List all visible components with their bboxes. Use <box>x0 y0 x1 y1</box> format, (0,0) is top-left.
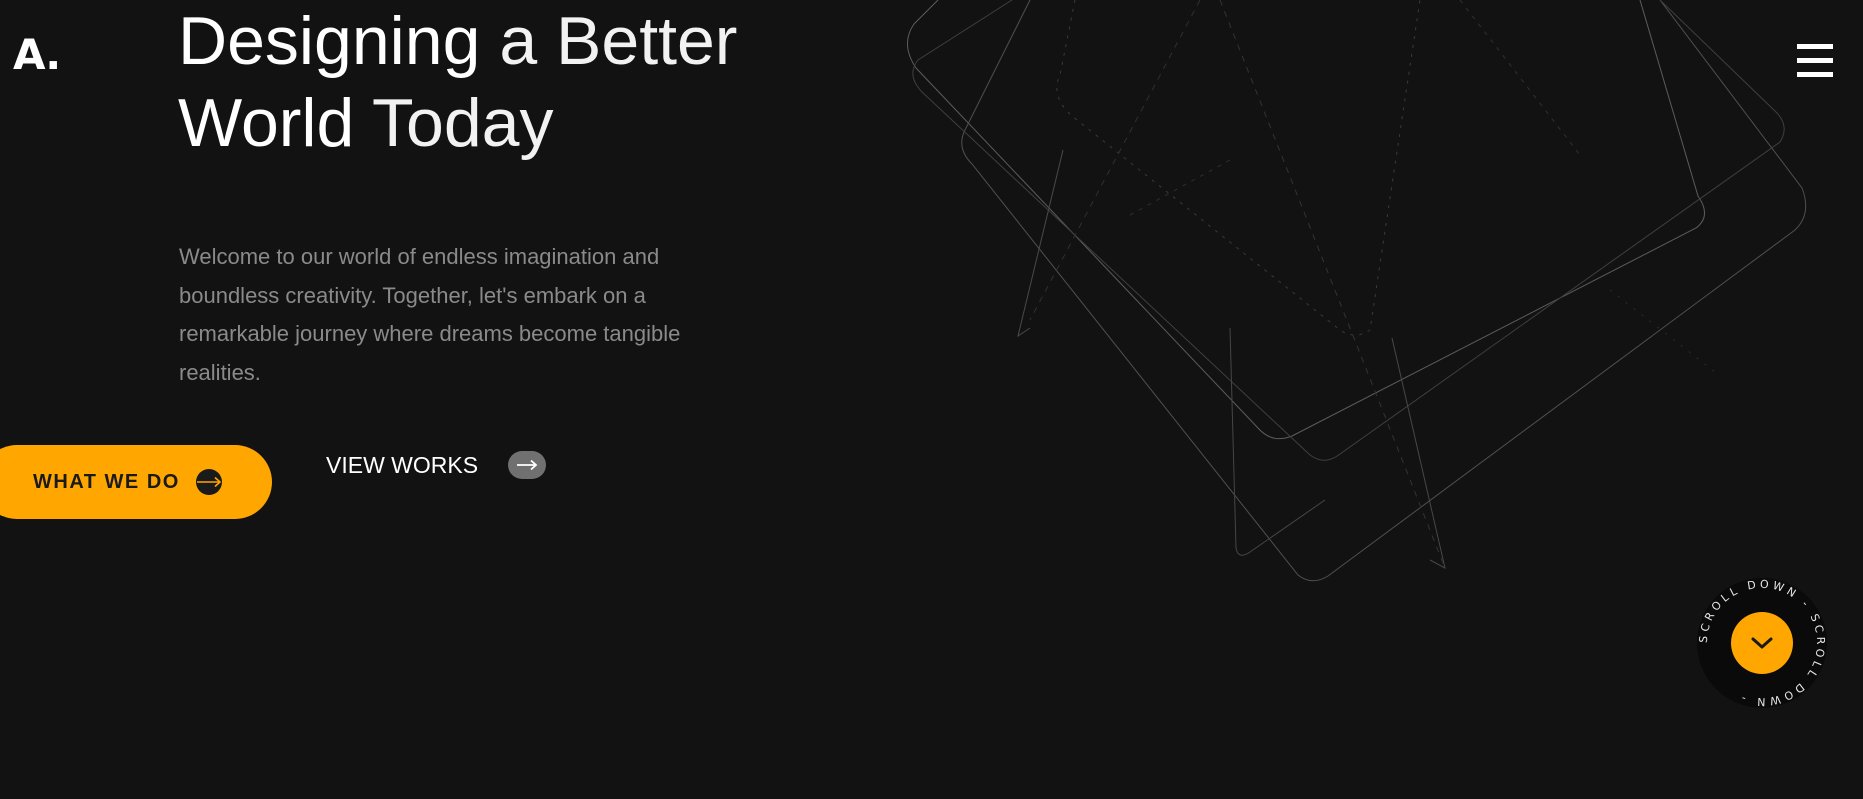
hero-title-today: Today <box>354 85 554 161</box>
view-works-label: VIEW WORKS <box>326 451 479 478</box>
hero-title-word-designing: Designing <box>178 3 481 79</box>
hero-title-word-world: World <box>178 85 355 161</box>
what-we-do-label: WHAT WE DO <box>33 470 180 493</box>
arrow-right-icon <box>195 469 222 495</box>
brand-logo[interactable]: A. <box>13 34 61 76</box>
chevron-down-icon <box>1751 637 1773 649</box>
hero-title: Designing a Better World Today <box>178 0 737 164</box>
scroll-down-button[interactable]: SCROLL DOWN - SCROLL DOWN - <box>1697 578 1827 708</box>
hero-description: Welcome to our world of endless imaginat… <box>179 244 681 385</box>
hero-title-a-better: a Better <box>480 3 738 79</box>
view-works-button[interactable]: VIEW WORKS <box>326 451 547 479</box>
scroll-down-center[interactable] <box>1731 612 1793 674</box>
decorative-outline-shapes <box>907 0 1807 582</box>
arrow-right-icon <box>508 451 547 479</box>
what-we-do-button[interactable]: WHAT WE DO <box>0 445 272 519</box>
